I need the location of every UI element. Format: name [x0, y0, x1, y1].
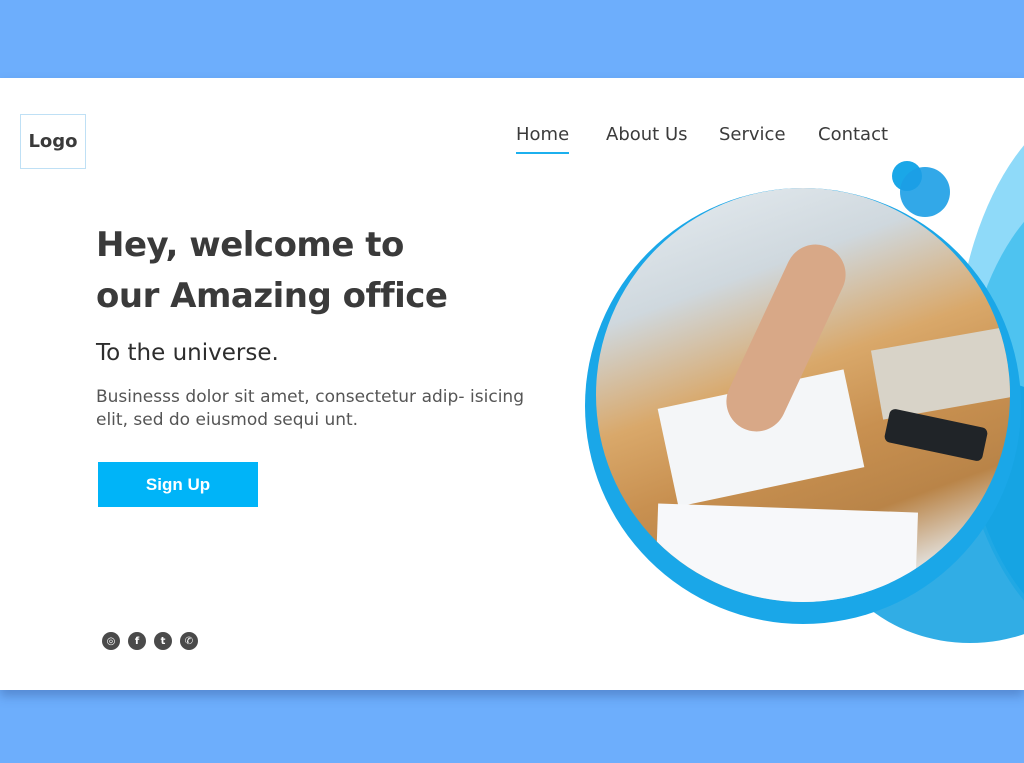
- nav-service[interactable]: Service: [719, 124, 786, 145]
- laptop-shape: [870, 326, 1010, 420]
- main-nav: Home About Us Service Contact: [0, 124, 1024, 164]
- nav-about-us[interactable]: About Us: [606, 124, 688, 145]
- social-links: ◎ f t ✆: [102, 632, 198, 650]
- facebook-icon[interactable]: f: [128, 632, 146, 650]
- whatsapp-icon[interactable]: ✆: [180, 632, 198, 650]
- instagram-icon[interactable]: ◎: [102, 632, 120, 650]
- hero-description: Businesss dolor sit amet, consectetur ad…: [96, 387, 524, 430]
- sign-up-button[interactable]: Sign Up: [98, 462, 258, 507]
- landing-page-card: Logo Home About Us Service Contact Hey, …: [0, 78, 1024, 690]
- nav-home[interactable]: Home: [516, 124, 570, 154]
- decorative-dot: [900, 167, 950, 217]
- nav-contact[interactable]: Contact: [818, 124, 888, 145]
- phone-shape: [883, 407, 989, 463]
- twitter-icon[interactable]: t: [154, 632, 172, 650]
- hero-subtitle: To the universe.: [96, 340, 279, 366]
- hero-title: Hey, welcome to our Amazing office: [96, 225, 448, 316]
- paper-shape: [653, 503, 919, 602]
- office-photo: [596, 188, 1010, 602]
